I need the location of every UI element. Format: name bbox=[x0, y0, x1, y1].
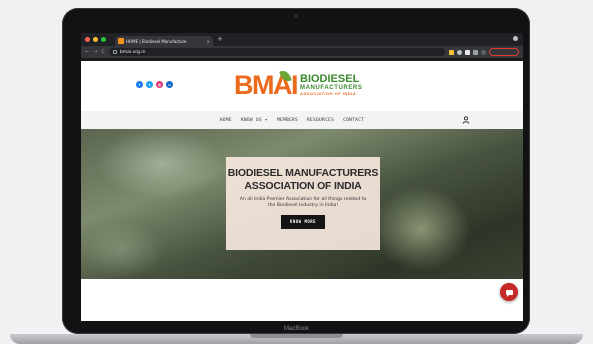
site-info-icon[interactable] bbox=[112, 50, 117, 54]
nav-contact[interactable]: CONTACT bbox=[343, 118, 364, 123]
extension-icon[interactable] bbox=[457, 49, 462, 55]
extensions bbox=[449, 48, 519, 56]
nav-home[interactable]: HOME bbox=[220, 118, 232, 123]
browser-window: HOME | Biodiesel Manufacture × + ← → C b… bbox=[81, 33, 523, 321]
facebook-icon[interactable]: f bbox=[136, 81, 143, 88]
logo-mark: BMAI bbox=[234, 68, 299, 100]
linkedin-icon[interactable]: in bbox=[166, 81, 173, 88]
twitter-icon[interactable]: t bbox=[146, 81, 153, 88]
hero-subtitle: An all India Premier Association for all… bbox=[239, 197, 367, 209]
instagram-icon[interactable]: ◎ bbox=[156, 81, 163, 88]
profile-avatar-icon[interactable] bbox=[481, 49, 486, 55]
laptop-notch bbox=[250, 334, 343, 338]
page-content bbox=[81, 279, 523, 321]
social-links: f t ◎ in bbox=[136, 81, 173, 88]
logo-text: BIODIESEL MANUFACTURERS ASSOCIATION OF I… bbox=[300, 74, 362, 96]
browser-tab[interactable]: HOME | Biodiesel Manufacture × bbox=[115, 36, 213, 46]
forward-icon[interactable]: → bbox=[93, 49, 97, 55]
logo-line-3: ASSOCIATION OF INDIA bbox=[300, 90, 357, 96]
extension-icon[interactable] bbox=[449, 49, 454, 55]
maximize-window-icon[interactable] bbox=[101, 37, 106, 42]
site-header: f t ◎ in BMAI BIODIESEL MANUFACTURERS AS… bbox=[81, 61, 523, 111]
hero-banner: BIODIESEL MANUFACTURERS ASSOCIATION OF I… bbox=[81, 129, 523, 279]
address-bar[interactable]: bmai.org.in bbox=[108, 48, 445, 56]
know-more-button[interactable]: KNOW MORE bbox=[281, 214, 325, 229]
tab-close-icon[interactable]: × bbox=[207, 39, 210, 44]
site-logo[interactable]: BMAI BIODIESEL MANUFACTURERS ASSOCIATION… bbox=[234, 68, 362, 100]
favicon-icon bbox=[118, 38, 124, 44]
nav-know-us[interactable]: KNOW US ▾ bbox=[241, 118, 268, 123]
minimize-window-icon[interactable] bbox=[93, 37, 98, 42]
new-tab-button[interactable]: + bbox=[217, 36, 223, 43]
browser-account-icon[interactable] bbox=[513, 36, 518, 41]
user-account-icon[interactable] bbox=[462, 116, 470, 124]
logo-line-1: BIODIESEL bbox=[300, 73, 360, 86]
hero-title: BIODIESEL MANUFACTURERS ASSOCIATION OF I… bbox=[227, 167, 379, 192]
browser-toolbar: ← → C bmai.org.in bbox=[81, 46, 523, 58]
webcam bbox=[294, 14, 298, 18]
tab-title: HOME | Biodiesel Manufacture bbox=[126, 38, 187, 44]
reading-list-icon[interactable] bbox=[473, 49, 478, 55]
chat-icon bbox=[505, 289, 513, 297]
reload-icon[interactable]: C bbox=[101, 49, 105, 55]
nav-members[interactable]: MEMBERS bbox=[277, 118, 298, 123]
hero-card: BIODIESEL MANUFACTURERS ASSOCIATION OF I… bbox=[226, 157, 380, 250]
tab-bar: HOME | Biodiesel Manufacture × + bbox=[81, 33, 523, 46]
main-nav: HOME KNOW US ▾ MEMBERS RESOURCES CONTACT bbox=[81, 111, 523, 129]
update-pill[interactable] bbox=[489, 48, 519, 56]
device-brand-label: MacBook bbox=[283, 326, 309, 332]
close-window-icon[interactable] bbox=[85, 37, 90, 42]
url-text: bmai.org.in bbox=[119, 49, 146, 55]
nav-resources[interactable]: RESOURCES bbox=[307, 118, 334, 123]
puzzle-icon[interactable] bbox=[465, 49, 470, 55]
back-icon[interactable]: ← bbox=[85, 49, 89, 55]
chat-widget-button[interactable] bbox=[500, 283, 518, 301]
